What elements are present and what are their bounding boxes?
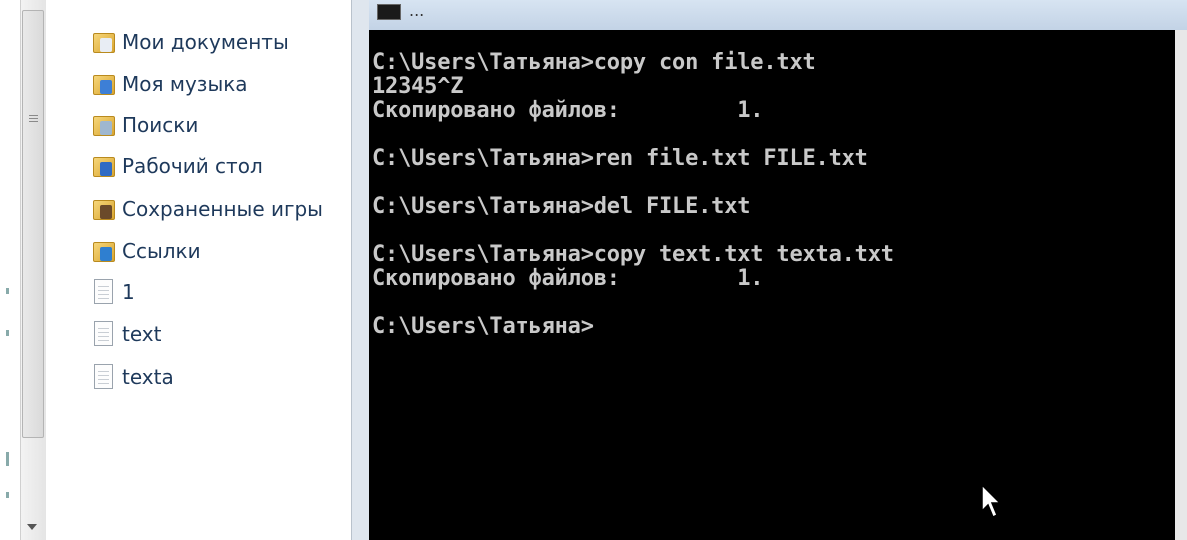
cmd-title-text: ... [409,1,425,20]
links-folder-icon [92,237,116,265]
window-divider [351,0,369,540]
nav-item-label: 1 [122,280,135,304]
edge-mark [6,330,9,336]
mouse-pointer-icon [981,484,1002,519]
console-line: 12345^Z [372,74,464,99]
edge-mark [6,288,9,294]
nav-item-label: Рабочий стол [122,154,263,178]
nav-item-label: Сохраненные игры [122,197,323,221]
cmd-console-area[interactable]: C:\Users\Татьяна>copy con file.txt 12345^… [369,30,1175,540]
saved-games-folder-icon [92,195,116,223]
nav-item-label: Поиски [122,113,199,137]
nav-item-label: Моя музыка [122,72,248,96]
nav-item[interactable]: Поиски [92,107,198,143]
documents-folder-icon [92,28,116,56]
edge-mark [6,452,9,466]
edge-mark [6,492,9,498]
cmd-scrollbar[interactable] [1175,30,1187,540]
nav-item[interactable]: text [92,316,161,352]
music-folder-icon [92,70,116,98]
console-line: C:\Users\Татьяна>copy text.txt texta.txt [372,242,894,267]
nav-item-label: texta [122,365,174,389]
nav-item-label: Ссылки [122,239,201,263]
nav-scrollbar-thumb[interactable] [22,10,44,438]
cmd-title-bar[interactable]: ... [369,0,1187,31]
nav-item[interactable]: Сохраненные игры [92,191,323,227]
desktop-folder-icon [92,152,116,180]
nav-item[interactable]: Ссылки [92,233,201,269]
console-line: C:\Users\Татьяна>del FILE.txt [372,194,751,219]
console-line: C:\Users\Татьяна>copy con file.txt [372,50,816,75]
searches-folder-icon [92,111,116,139]
nav-item[interactable]: Моя музыка [92,66,248,102]
console-output: C:\Users\Татьяна>copy con file.txt 12345^… [372,51,894,339]
console-line: C:\Users\Татьяна>ren file.txt FILE.txt [372,146,868,171]
nav-item-label: text [122,322,162,346]
console-line: Скопировано файлов: 1. [372,266,764,291]
console-line: C:\Users\Татьяна> [372,314,594,339]
command-prompt-window[interactable]: ... C:\Users\Татьяна>copy con file.txt 12… [369,0,1187,540]
nav-item[interactable]: texta [92,359,174,395]
grip-icon [29,115,38,124]
nav-item[interactable]: Рабочий стол [92,148,263,184]
text-file-icon [92,278,116,306]
nav-item[interactable]: 1 [92,274,135,310]
console-line: Скопировано файлов: 1. [372,98,764,123]
text-file-icon [92,363,116,391]
nav-item-label: Мои документы [122,30,289,54]
text-file-icon [92,320,116,348]
cmd-window-icon [377,4,401,20]
left-window-edge [0,0,20,540]
nav-item[interactable]: Мои документы [92,24,289,60]
scroll-down-arrow-icon[interactable] [27,524,37,530]
